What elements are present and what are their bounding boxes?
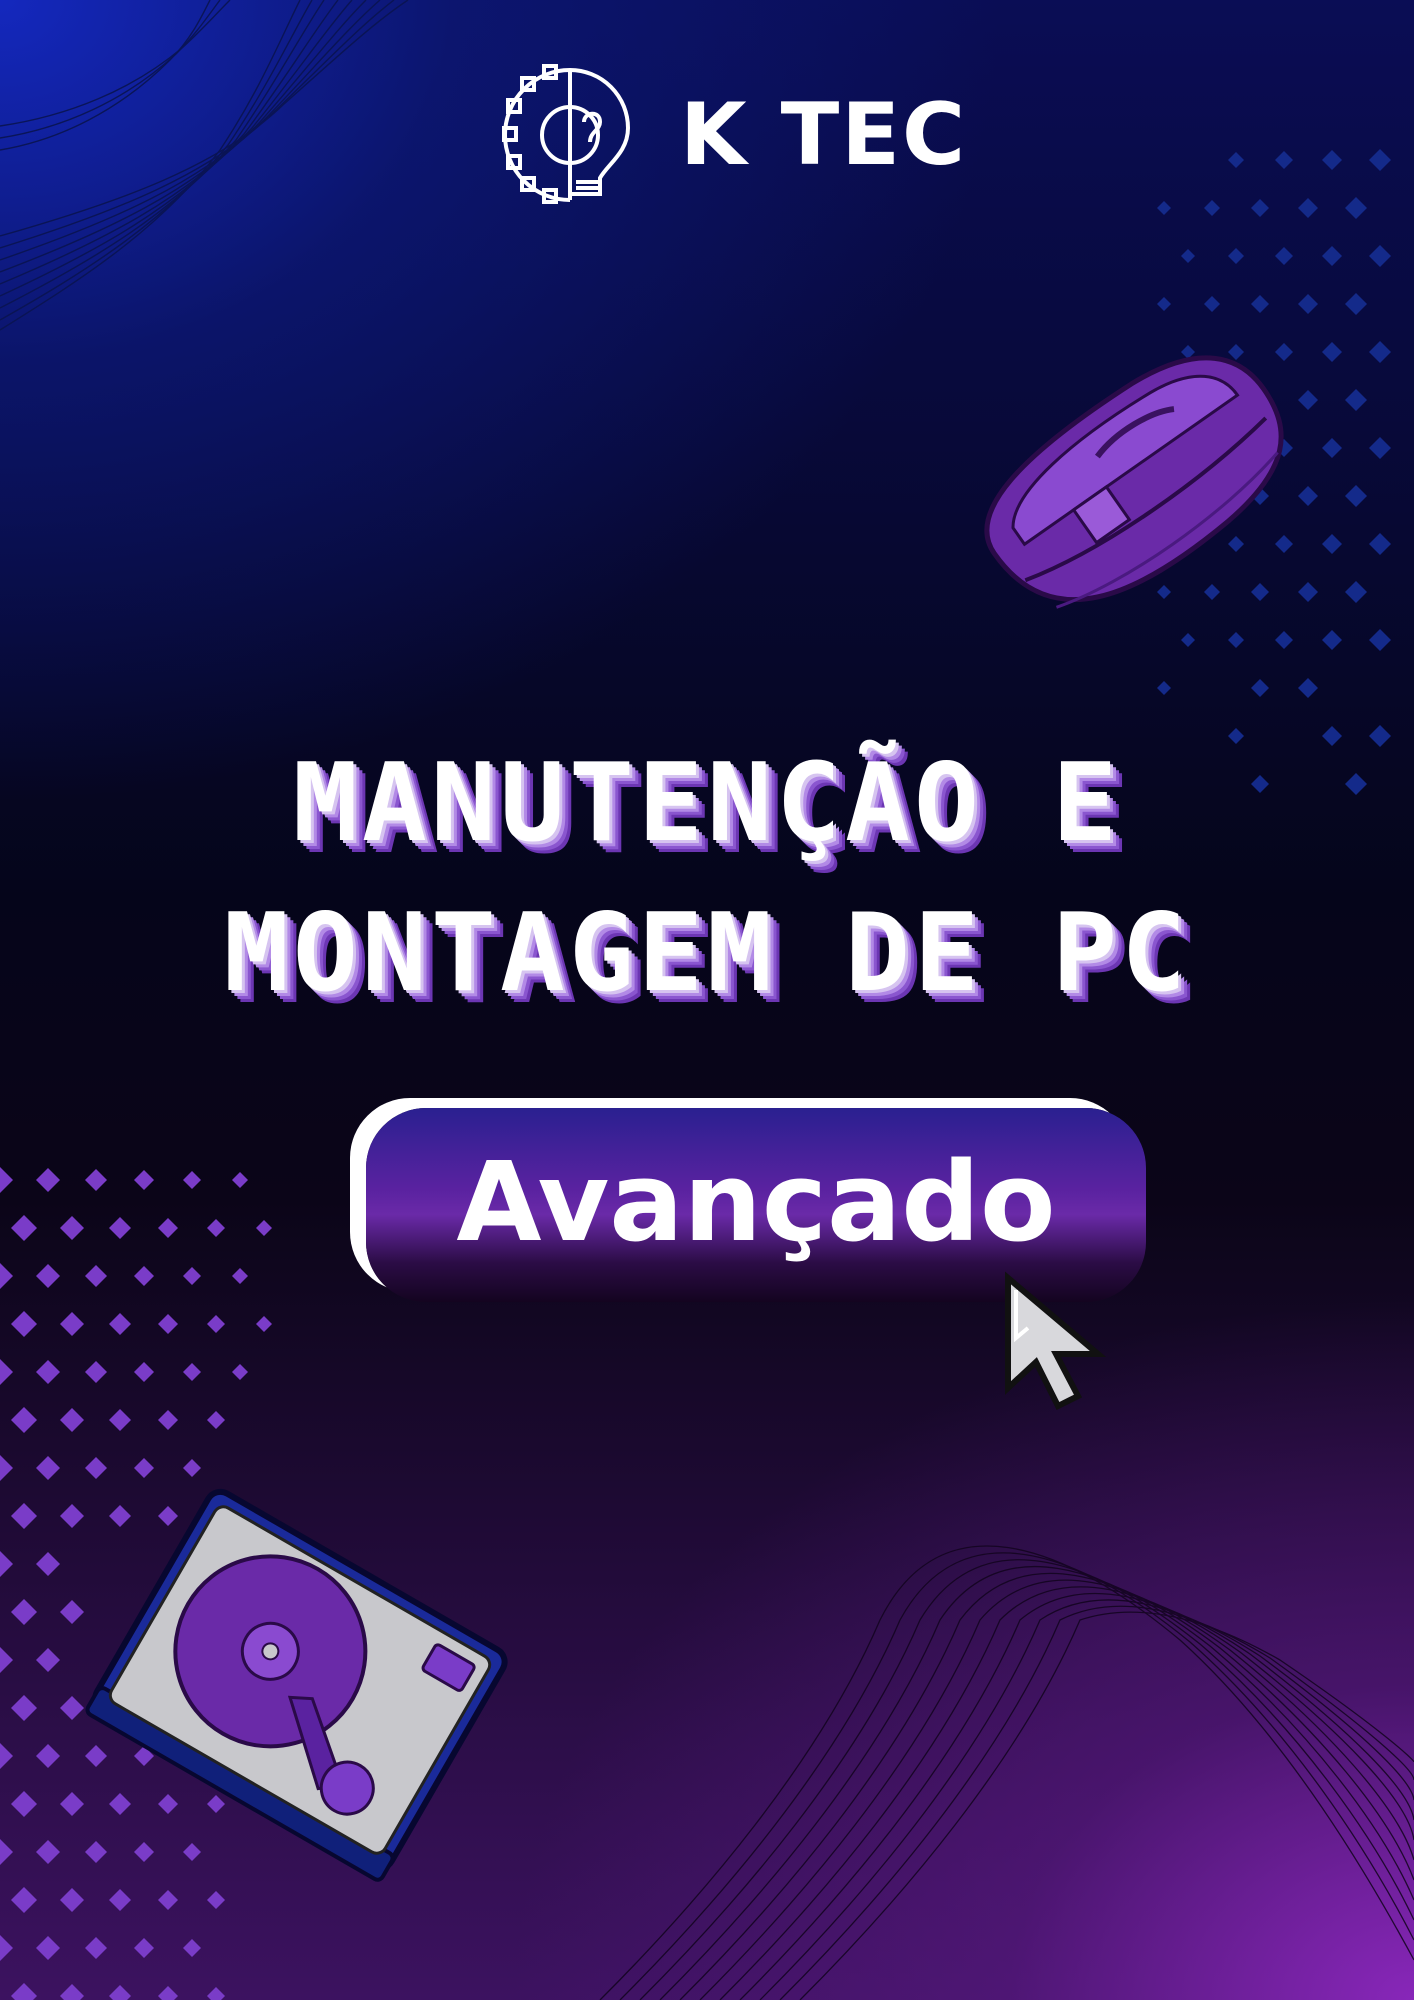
poster: K TEC MANUTENÇÃO E MONTAGEM DE PC Avança… xyxy=(0,0,1414,2000)
mouse-pointer-icon xyxy=(1005,1271,1107,1411)
